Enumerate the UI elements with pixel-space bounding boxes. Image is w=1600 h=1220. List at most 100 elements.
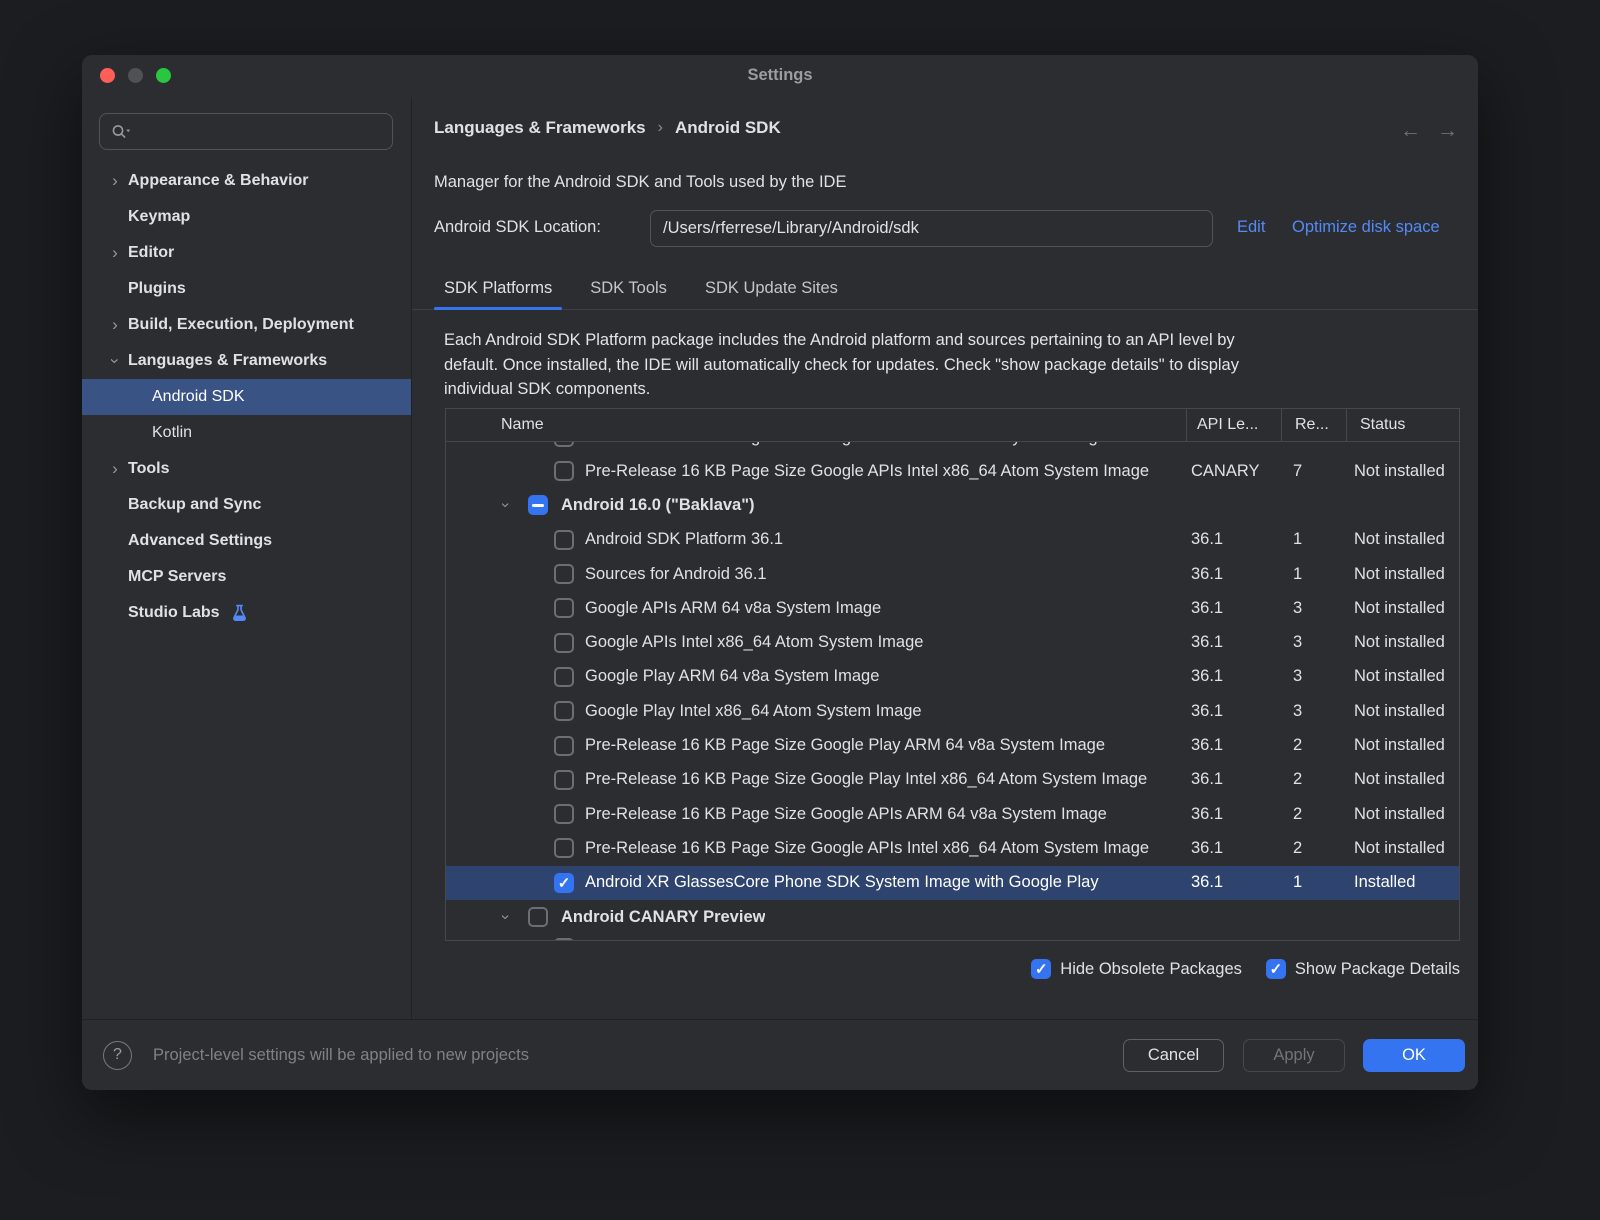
sdk-location-input[interactable] — [650, 210, 1213, 247]
sidebar-item-android-sdk[interactable]: Android SDK — [82, 379, 411, 415]
checkbox-unchecked-icon[interactable] — [554, 598, 574, 618]
chevron-expanded-icon[interactable]: › — [496, 496, 514, 514]
package-name: Pre-Release 16 KB Page Size Google Play … — [585, 770, 1147, 789]
sidebar-item-mcp-servers[interactable]: MCP Servers — [82, 559, 411, 595]
checkbox-unchecked-icon[interactable] — [554, 633, 574, 653]
sidebar-item-studio-labs[interactable]: Studio Labs — [82, 595, 411, 631]
apply-button[interactable]: Apply — [1243, 1039, 1345, 1072]
package-name: Pre-Release 16 KB Page Size Google APIs … — [585, 442, 1107, 447]
sidebar-item-label: Advanced Settings — [128, 532, 272, 550]
table-group-row[interactable]: ›Android 16.0 ("Baklava") — [446, 488, 1459, 522]
table-row-selected[interactable]: Android XR GlassesCore Phone SDK System … — [446, 866, 1459, 900]
sidebar-item-advanced-settings[interactable]: Advanced Settings — [82, 523, 411, 559]
sidebar-item-keymap[interactable]: Keymap — [82, 199, 411, 235]
checkbox-unchecked-icon[interactable] — [554, 530, 574, 550]
checkbox-checked-icon[interactable] — [554, 873, 574, 893]
edit-link[interactable]: Edit — [1237, 218, 1265, 237]
sidebar-item-languages-frameworks[interactable]: ›Languages & Frameworks — [82, 343, 411, 379]
cell-status: Not installed — [1346, 702, 1459, 721]
settings-search-field[interactable] — [99, 113, 393, 150]
cell-status: Not installed — [1346, 442, 1459, 447]
cell-revision: 3 — [1281, 667, 1346, 686]
chevron-collapsed-icon[interactable]: › — [106, 315, 124, 335]
chevron-collapsed-icon[interactable]: › — [106, 459, 124, 479]
sidebar-item-tools[interactable]: ›Tools — [82, 451, 411, 487]
table-row[interactable]: Pre-Release 16 KB Page Size Google Play … — [446, 763, 1459, 797]
column-header-name[interactable]: Name — [446, 409, 1186, 441]
cell-name — [446, 934, 1186, 940]
checkbox-unchecked-icon[interactable] — [554, 701, 574, 721]
table-row[interactable]: Google Play ARM 64 v8a System Image36.13… — [446, 660, 1459, 694]
search-input[interactable] — [132, 123, 362, 141]
cell-api-level: CANARY — [1186, 442, 1281, 447]
cell-api-level: 36.1 — [1186, 633, 1281, 652]
sdk-location-label: Android SDK Location: — [434, 218, 601, 237]
sidebar-item-plugins[interactable]: Plugins — [82, 271, 411, 307]
show-details-label: Show Package Details — [1295, 960, 1460, 979]
back-icon[interactable]: ← — [1400, 119, 1421, 143]
tab-sdk-update-sites[interactable]: SDK Update Sites — [695, 279, 848, 309]
sidebar-item-build-execution-deployment[interactable]: ›Build, Execution, Deployment — [82, 307, 411, 343]
checkbox-checked-icon[interactable] — [1031, 959, 1051, 979]
sidebar-item-label: Keymap — [128, 208, 190, 226]
checkbox-unchecked-icon[interactable] — [528, 907, 548, 927]
checkbox-unchecked-icon[interactable] — [554, 442, 574, 447]
cell-status — [1346, 934, 1459, 940]
breadcrumb-parent[interactable]: Languages & Frameworks — [434, 118, 646, 138]
table-row[interactable]: Pre-Release 16 KB Page Size Google Play … — [446, 728, 1459, 762]
table-group-row[interactable]: ›Android CANARY Preview — [446, 900, 1459, 934]
checkbox-checked-icon[interactable] — [1266, 959, 1286, 979]
cell-api-level: 36.1 — [1186, 736, 1281, 755]
cell-status: Not installed — [1346, 805, 1459, 824]
forward-icon[interactable]: → — [1437, 119, 1458, 143]
table-row[interactable]: Sources for Android 36.136.11Not install… — [446, 557, 1459, 591]
checkbox-unchecked-icon[interactable] — [554, 838, 574, 858]
chevron-expanded-icon[interactable]: › — [496, 908, 514, 926]
table-header: Name API Le... Re... Status — [446, 409, 1459, 442]
sidebar-item-kotlin[interactable]: Kotlin — [82, 415, 411, 451]
checkbox-unchecked-icon[interactable] — [554, 938, 574, 940]
sidebar-item-editor[interactable]: ›Editor — [82, 235, 411, 271]
checkbox-unchecked-icon[interactable] — [554, 736, 574, 756]
table-row[interactable]: Google APIs Intel x86_64 Atom System Ima… — [446, 625, 1459, 659]
sidebar-item-appearance-behavior[interactable]: ›Appearance & Behavior — [82, 163, 411, 199]
table-row[interactable]: Pre-Release 16 KB Page Size Google APIs … — [446, 831, 1459, 865]
table-row[interactable]: Android SDK Platform 36.136.11Not instal… — [446, 523, 1459, 557]
table-row[interactable]: Google APIs ARM 64 v8a System Image36.13… — [446, 591, 1459, 625]
cell-revision: 2 — [1281, 805, 1346, 824]
table-row[interactable]: Pre-Release 16 KB Page Size Google APIs … — [446, 797, 1459, 831]
checkbox-unchecked-icon[interactable] — [554, 667, 574, 687]
checkbox-indeterminate-icon[interactable] — [528, 495, 548, 515]
table-row[interactable] — [446, 934, 1459, 940]
sidebar-item-backup-and-sync[interactable]: Backup and Sync — [82, 487, 411, 523]
checkbox-unchecked-icon[interactable] — [554, 564, 574, 584]
cell-name: Pre-Release 16 KB Page Size Google APIs … — [446, 461, 1186, 481]
cell-status: Installed — [1346, 873, 1459, 892]
help-icon[interactable]: ? — [103, 1041, 132, 1070]
show-package-details-option[interactable]: Show Package Details — [1266, 959, 1460, 979]
package-name: Pre-Release 16 KB Page Size Google APIs … — [585, 805, 1107, 824]
checkbox-unchecked-icon[interactable] — [554, 804, 574, 824]
optimize-disk-space-link[interactable]: Optimize disk space — [1292, 218, 1440, 237]
cell-revision: 3 — [1281, 633, 1346, 652]
package-name: Google Play ARM 64 v8a System Image — [585, 667, 879, 686]
checkbox-unchecked-icon[interactable] — [554, 770, 574, 790]
table-row[interactable]: Pre-Release 16 KB Page Size Google APIs … — [446, 442, 1459, 454]
chevron-expanded-icon[interactable]: › — [105, 352, 125, 370]
column-header-api-level[interactable]: API Le... — [1186, 409, 1281, 441]
table-row[interactable]: Google Play Intel x86_64 Atom System Ima… — [446, 694, 1459, 728]
chevron-collapsed-icon[interactable]: › — [106, 171, 124, 191]
ok-button[interactable]: OK — [1363, 1039, 1465, 1072]
chevron-collapsed-icon[interactable]: › — [106, 243, 124, 263]
cell-api-level: 36.1 — [1186, 805, 1281, 824]
column-header-revision[interactable]: Re... — [1281, 409, 1346, 441]
tab-sdk-tools[interactable]: SDK Tools — [580, 279, 677, 309]
hide-obsolete-packages-option[interactable]: Hide Obsolete Packages — [1031, 959, 1242, 979]
column-header-status[interactable]: Status — [1346, 409, 1459, 441]
checkbox-unchecked-icon[interactable] — [554, 461, 574, 481]
table-row[interactable]: Pre-Release 16 KB Page Size Google APIs … — [446, 454, 1459, 488]
cancel-button[interactable]: Cancel — [1123, 1039, 1224, 1072]
cell-status: Not installed — [1346, 633, 1459, 652]
cell-name: Android XR GlassesCore Phone SDK System … — [446, 873, 1186, 893]
tab-sdk-platforms[interactable]: SDK Platforms — [434, 279, 562, 309]
